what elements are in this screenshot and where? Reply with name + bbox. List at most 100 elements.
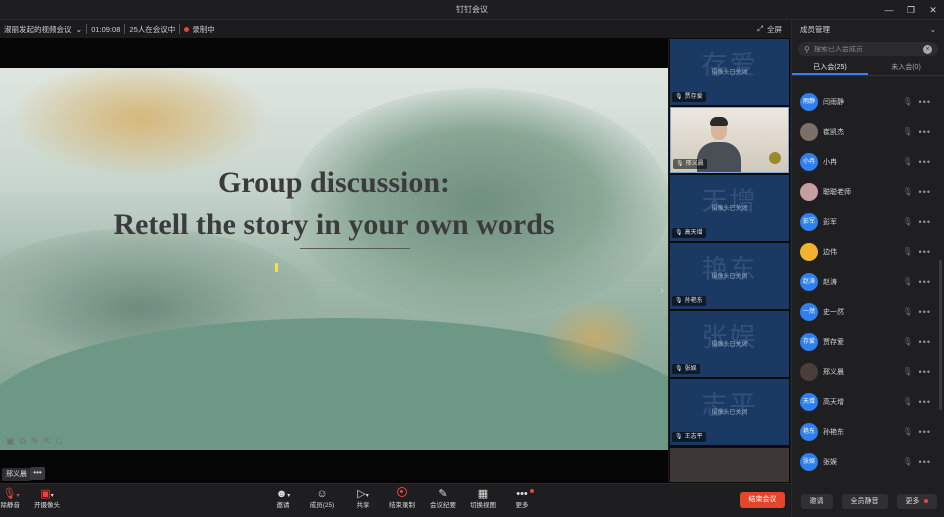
participant-thumbnail-partial[interactable] (670, 448, 789, 482)
participant-name: 贾存爱 (823, 339, 844, 346)
mic-off-icon[interactable]: 🎙 (903, 307, 913, 317)
close-icon[interactable]: ✕ (922, 0, 944, 20)
participant-thumbnail[interactable]: 存爱 摄像头已关闭 🎙 贾存爱 (670, 39, 789, 105)
slide-heading-line2: Retell the story in your own words (113, 208, 555, 241)
mic-off-icon[interactable]: 🎙 (903, 277, 913, 287)
mic-off-icon[interactable]: 🎙 (903, 217, 913, 227)
more-icon[interactable]: ••• (919, 277, 931, 287)
thumbnail-nametag: 🎙 高天增 (672, 228, 706, 238)
invite-button[interactable]: 邀请 (800, 494, 833, 509)
clear-icon[interactable]: × (923, 44, 932, 54)
more-icon[interactable]: ••• (919, 367, 931, 377)
more-icon[interactable]: ••• (919, 97, 931, 107)
panel-more-button[interactable]: 更多 (896, 494, 937, 509)
mic-off-icon: 🎙 (675, 230, 683, 236)
active-speaker-tag: 邢义晨 (2, 468, 31, 481)
more-icon[interactable]: ••• (919, 307, 931, 317)
mic-off-icon[interactable]: 🎙 (903, 157, 913, 167)
more-options-button[interactable]: ••• (30, 467, 45, 480)
avatar: 天增 (800, 393, 818, 411)
participant-row[interactable]: 崔凯杰 🎙 ••• (792, 117, 937, 147)
avatar: 一然 (800, 303, 818, 321)
search-input[interactable] (813, 45, 914, 53)
panel-title: 成员管理 (800, 24, 830, 34)
chevron-right-icon[interactable]: › (660, 283, 664, 297)
more-icon[interactable]: ••• (919, 217, 931, 227)
more-icon[interactable]: ••• (919, 247, 931, 257)
chevron-down-icon[interactable]: ⌄ (76, 25, 87, 34)
mic-off-icon[interactable]: 🎙 (903, 457, 913, 467)
participant-name: 小冉 (823, 159, 837, 166)
participant-name: 崔凯杰 (823, 129, 844, 136)
window-title: 钉钉会议 (456, 5, 488, 14)
participant-row[interactable]: 聪聪老师 🎙 ••• (792, 177, 937, 207)
more-icon[interactable]: ••• (919, 337, 931, 347)
participant-thumbnail-active[interactable]: 🎙 邢义晨 (670, 107, 789, 173)
participant-row[interactable]: 存爱 贾存爱 🎙 ••• (792, 327, 937, 357)
end-meeting-button[interactable]: 结束会议 (740, 492, 785, 508)
participant-thumbnail[interactable]: 天增 摄像头已关闭 🎙 高天增 (670, 175, 789, 241)
members-button[interactable]: ☺ 成员(25) (308, 487, 336, 515)
mic-off-icon[interactable]: 🎙 (903, 127, 913, 137)
more-icon[interactable]: ••• (919, 187, 931, 197)
participant-row[interactable]: 张娱 张娱 🎙 ••• (792, 447, 937, 477)
mic-off-icon[interactable]: 🎙 (903, 187, 913, 197)
more-button[interactable]: ••• 更多 (512, 487, 534, 515)
more-icon[interactable]: ••• (919, 457, 931, 467)
participant-thumbnail[interactable]: 艳东 摄像头已关闭 🎙 孙艳东 (670, 243, 789, 309)
mic-icon: 🎙 (676, 161, 684, 167)
member-search[interactable]: ⚲ × (798, 42, 938, 56)
pen-icon[interactable]: ✎ (31, 436, 39, 447)
screenshot-icon[interactable]: ▣ (6, 436, 15, 447)
invite-toolbar-button[interactable]: ☻▾ 邀请 (272, 487, 294, 515)
participant-row[interactable]: 边伟 🎙 ••• (792, 237, 937, 267)
participant-thumbnail[interactable]: 志平 摄像头已关闭 🎙 王志平 (670, 379, 789, 445)
participant-row[interactable]: 彭军 彭军 🎙 ••• (792, 207, 937, 237)
more-icon[interactable]: ••• (919, 397, 931, 407)
unmute-button[interactable]: 🎙▾ 解除静音 (0, 487, 22, 515)
meeting-title[interactable]: 淑丽发起的视频会议 (0, 24, 76, 35)
mic-off-icon[interactable]: 🎙 (903, 427, 913, 437)
thumbnail-placeholder-name: 天增 (701, 186, 758, 216)
annotate-icon[interactable]: □ (56, 436, 61, 447)
more-icon[interactable]: ••• (919, 127, 931, 137)
camera-button[interactable]: ▣▾ 开摄像头 (33, 487, 61, 515)
share-button[interactable]: ▷▾ 共享 (352, 487, 374, 515)
mic-off-icon[interactable]: 🎙 (903, 247, 913, 257)
stop-record-label: 结束录制 (389, 502, 415, 509)
participant-thumbnail[interactable]: 张娱 摄像头已关闭 🎙 张娱 (670, 311, 789, 377)
participant-row[interactable]: 赵涛 赵涛 🎙 ••• (792, 267, 937, 297)
mic-icon[interactable]: 🎙 (903, 367, 913, 377)
video-person (710, 117, 728, 126)
add-user-icon: ☻▾ (275, 488, 291, 500)
chevron-down-icon[interactable]: ⌄ (930, 25, 936, 34)
participant-row[interactable]: 一然 史一然 🎙 ••• (792, 297, 937, 327)
mic-off-icon[interactable]: 🎙 (903, 337, 913, 347)
slide-underline (300, 248, 410, 249)
participant-row[interactable]: 雨静 闫雨静 🎙 ••• (792, 87, 937, 117)
copy-icon[interactable]: ⧉ (20, 436, 26, 447)
mic-off-icon[interactable]: 🎙 (903, 97, 913, 107)
participant-row[interactable]: 小冉 小冉 🎙 ••• (792, 147, 937, 177)
participant-row[interactable]: 天增 高天增 🎙 ••• (792, 387, 937, 417)
tab-joined[interactable]: 已入会(25) (792, 60, 868, 75)
more-icon[interactable]: ••• (919, 427, 931, 437)
mute-all-button[interactable]: 全员静音 (841, 494, 888, 509)
participant-row[interactable]: 邢义晨 🎙 ••• (792, 357, 937, 387)
more-icon[interactable]: ••• (919, 157, 931, 167)
pointer-icon[interactable]: ⇱ (44, 436, 52, 447)
restore-icon[interactable]: ❐ (900, 0, 922, 20)
stop-record-button[interactable]: 结束录制 (388, 487, 416, 515)
fullscreen-button[interactable]: ⤢ 全屏 (757, 20, 782, 38)
mic-off-icon: 🎙 (675, 366, 683, 372)
users-icon: ☺ (316, 488, 328, 500)
panel-scrollbar[interactable] (939, 260, 942, 410)
share-screen-icon: ▷▾ (357, 488, 369, 500)
mic-off-icon[interactable]: 🎙 (903, 397, 913, 407)
tab-not-joined[interactable]: 未入会(0) (868, 60, 944, 75)
minutes-button[interactable]: ✎ 会议纪要 (429, 487, 457, 515)
minimize-icon[interactable]: — (878, 0, 900, 20)
participant-name: 彭军 (823, 219, 837, 226)
participant-row[interactable]: 艳东 孙艳东 🎙 ••• (792, 417, 937, 447)
switch-view-button[interactable]: ▦ 切换视图 (469, 487, 497, 515)
